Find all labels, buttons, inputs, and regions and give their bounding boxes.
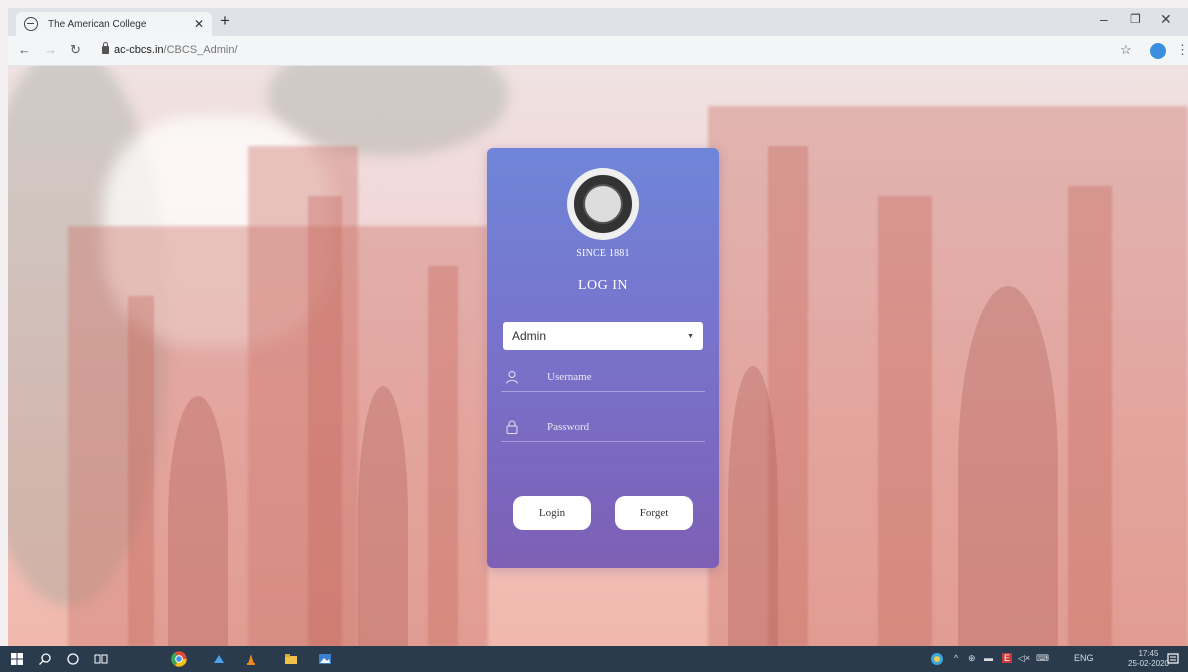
tab-title: The American College <box>48 18 147 30</box>
new-tab-icon[interactable]: + <box>220 11 230 31</box>
photos-icon[interactable] <box>318 652 332 666</box>
forward-icon[interactable]: → <box>44 42 57 57</box>
browser-tab-bar: The American College ✕ + – ❐ ✕ <box>8 8 1188 36</box>
chrome-icon[interactable] <box>170 650 188 668</box>
globe-icon <box>24 17 38 31</box>
login-card: SINCE 1881 LOG IN Admin ▼ Login Forget <box>487 148 719 568</box>
password-input[interactable] <box>547 420 687 433</box>
password-field <box>501 412 705 442</box>
menu-kebab-icon[interactable]: ⋮ <box>1176 42 1188 58</box>
speaker-icon[interactable]: ◁× <box>1018 653 1030 664</box>
clock-time: 17:45 <box>1138 649 1159 658</box>
minimize-icon[interactable]: – <box>1100 11 1108 27</box>
address-bar: ← → ↻ ac-cbcs.in/CBCS_Admin/ ☆ ⋮ <box>8 36 1188 66</box>
windows-start-icon[interactable] <box>10 652 24 666</box>
browser-tab[interactable]: The American College ✕ <box>16 12 212 36</box>
task-view-icon[interactable] <box>94 652 108 666</box>
clock-date: 25-02-2020 <box>1128 659 1169 668</box>
username-input[interactable] <box>547 370 687 383</box>
lock-icon <box>506 420 518 434</box>
file-explorer-icon[interactable] <box>284 652 298 666</box>
restore-icon[interactable]: ❐ <box>1130 12 1141 26</box>
url-host: ac-cbcs.in <box>114 44 164 56</box>
keyboard-icon[interactable]: ⌨ <box>1036 653 1049 664</box>
college-seal-logo <box>567 168 639 240</box>
url-path: /CBCS_Admin/ <box>163 44 238 56</box>
battery-icon[interactable]: ▬ <box>984 653 993 663</box>
role-select[interactable]: Admin ▼ <box>503 322 703 350</box>
chevron-down-icon: ▼ <box>687 332 694 340</box>
since-text: SINCE 1881 <box>576 248 630 259</box>
bookmark-star-icon[interactable]: ☆ <box>1120 42 1132 58</box>
username-field <box>501 362 705 392</box>
wifi-icon[interactable]: ⊕ <box>968 653 976 664</box>
back-icon[interactable]: ← <box>18 42 31 57</box>
profile-avatar[interactable] <box>1150 43 1166 59</box>
vlc-icon[interactable] <box>244 652 258 666</box>
user-icon <box>506 370 518 384</box>
notifications-icon[interactable] <box>1166 652 1180 666</box>
lock-icon <box>102 42 109 54</box>
system-clock[interactable]: 17:45 25-02-2020 <box>1128 649 1169 669</box>
login-button[interactable]: Login <box>513 496 591 530</box>
url-field[interactable]: ac-cbcs.in/CBCS_Admin/ <box>114 44 238 56</box>
network-globe-icon[interactable] <box>930 652 944 666</box>
cortana-icon[interactable] <box>66 652 80 666</box>
role-select-value: Admin <box>512 329 547 343</box>
antivirus-icon[interactable]: E <box>1002 653 1013 663</box>
reload-icon[interactable]: ↻ <box>70 42 81 58</box>
close-tab-icon[interactable]: ✕ <box>194 17 204 31</box>
language-indicator[interactable]: ENG <box>1074 653 1094 663</box>
windows-taskbar: ^ ⊕ ▬ E ◁× ⌨ ENG 17:45 25-02-2020 <box>0 646 1188 672</box>
search-icon[interactable] <box>38 652 52 666</box>
chevron-up-icon[interactable]: ^ <box>954 653 958 663</box>
login-heading: LOG IN <box>577 278 629 293</box>
forget-button[interactable]: Forget <box>615 496 693 530</box>
window-close-icon[interactable]: ✕ <box>1160 11 1172 28</box>
app-icon[interactable] <box>212 652 226 666</box>
